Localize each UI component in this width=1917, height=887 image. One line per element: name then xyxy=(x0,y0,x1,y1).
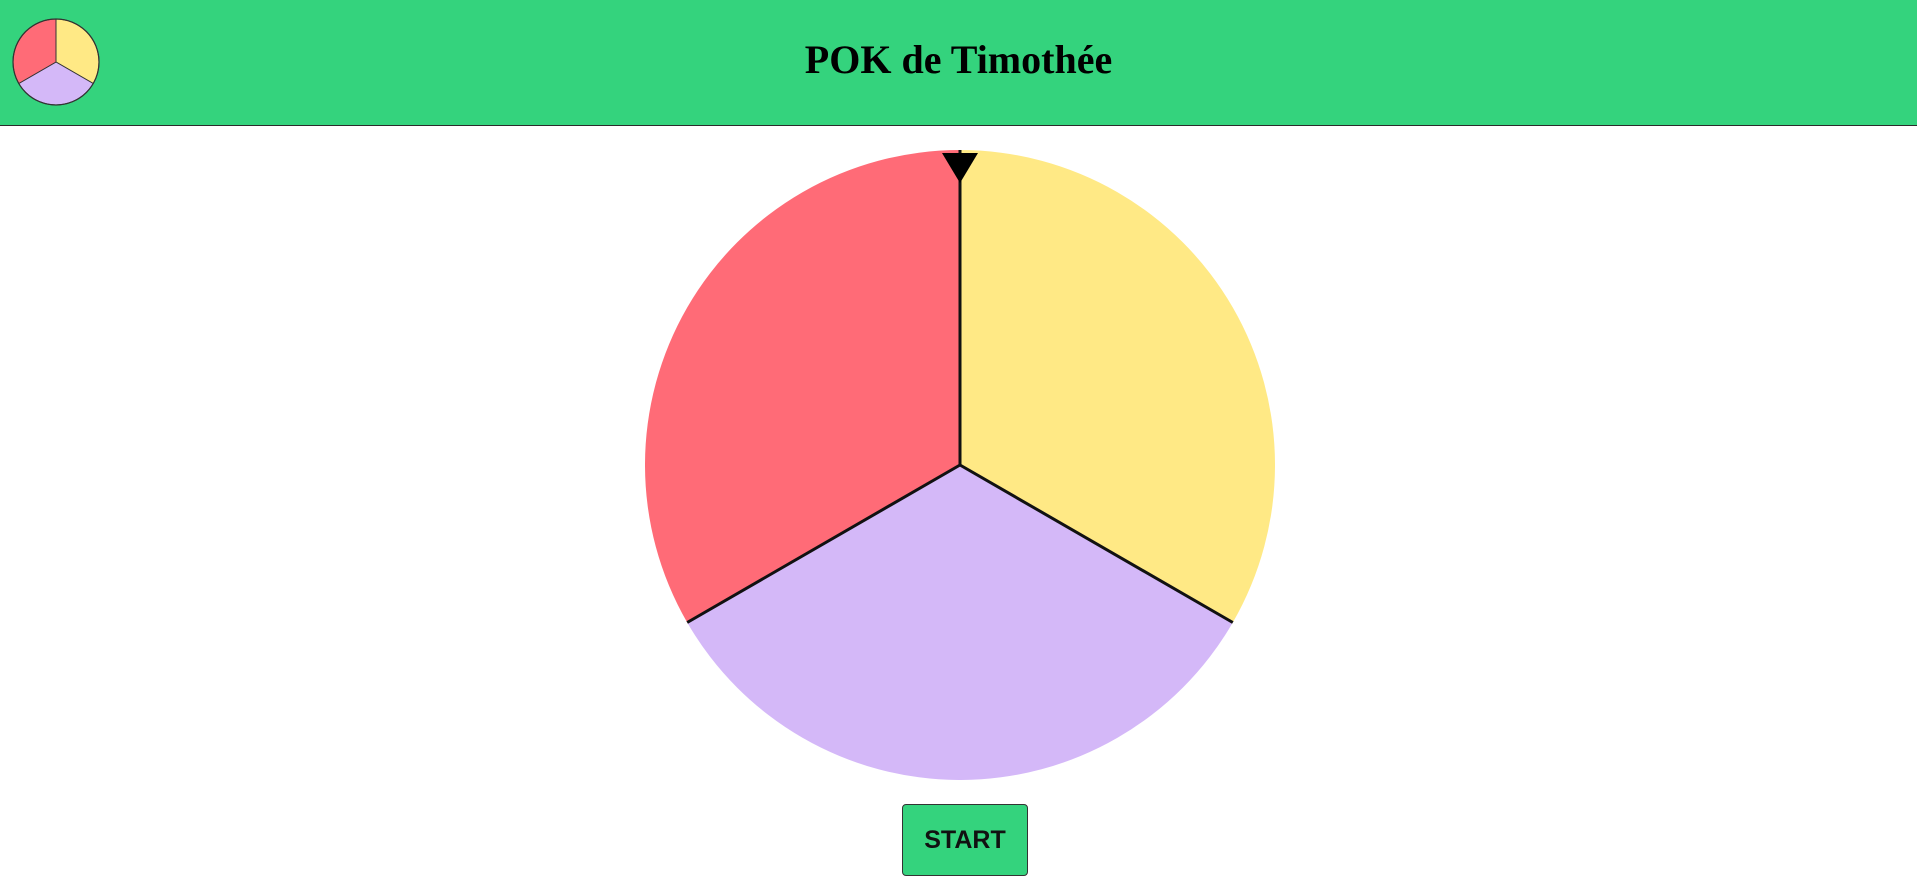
page-title: POK de Timothée xyxy=(804,37,1113,82)
spinning-wheel[interactable] xyxy=(645,150,1275,780)
start-button[interactable]: START xyxy=(902,804,1028,876)
app-header: POK de Timothée xyxy=(0,0,1917,126)
